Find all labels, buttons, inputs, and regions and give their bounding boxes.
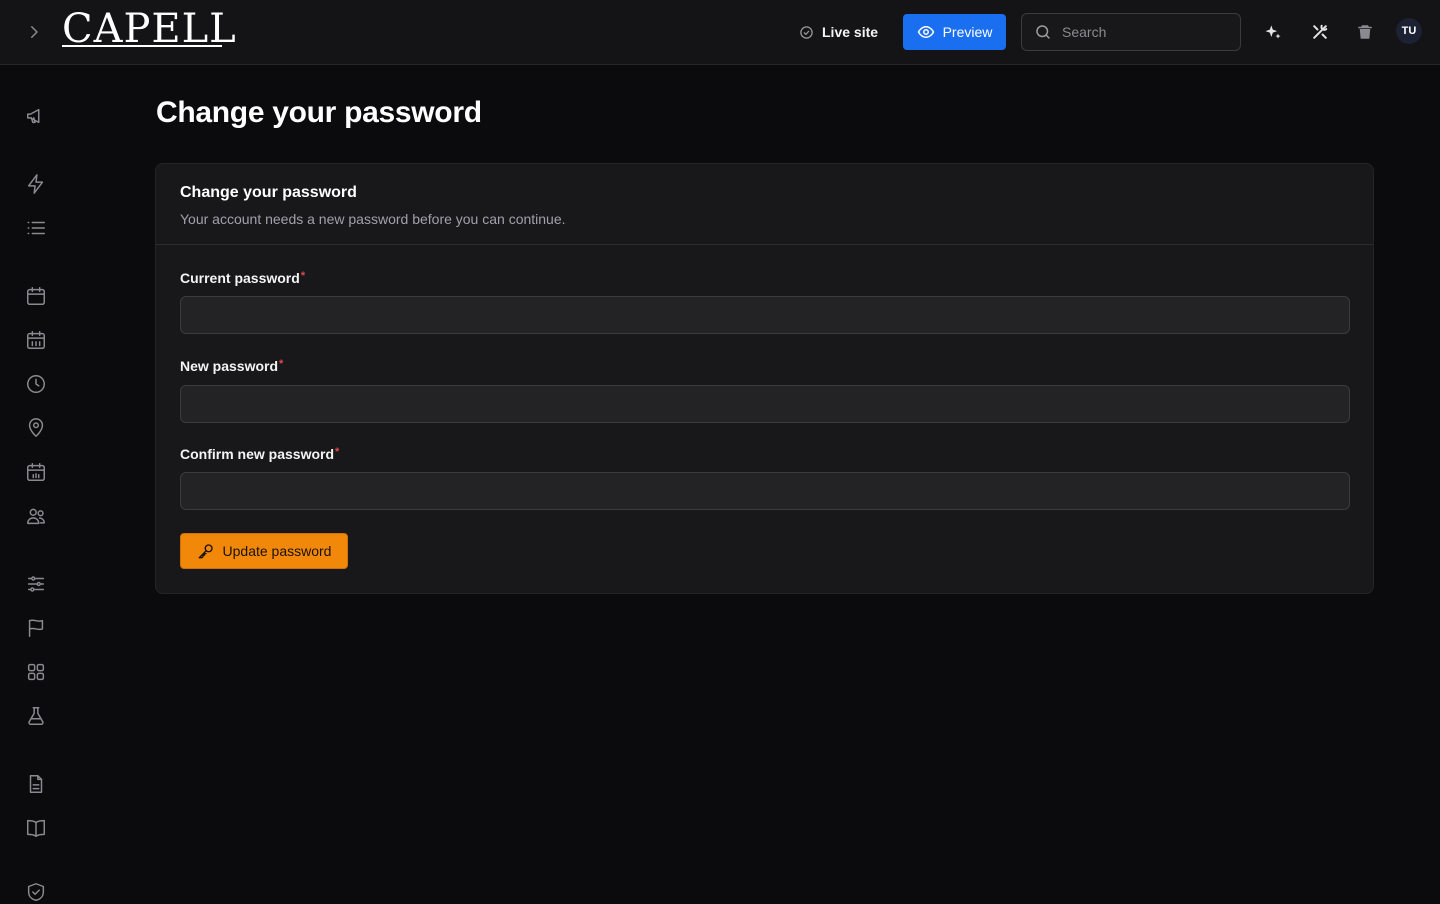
sidebar-item-list[interactable]: [24, 216, 48, 240]
sidebar-item-schedule[interactable]: [24, 328, 48, 352]
sidebar-item-apps[interactable]: [24, 660, 48, 684]
update-password-button[interactable]: Update password: [180, 533, 348, 569]
key-icon: [198, 544, 213, 559]
chevron-right-icon: [31, 26, 38, 38]
user-avatar[interactable]: TU: [1396, 18, 1422, 44]
document-icon: [29, 775, 43, 793]
calendar-grid-icon: [27, 331, 45, 349]
confirm-password-label-text: Confirm new password: [180, 446, 335, 462]
sidebar-item-users[interactable]: [24, 504, 48, 528]
sidebar-item-locations[interactable]: [24, 416, 48, 440]
book-icon: [27, 819, 45, 837]
search-box: [1021, 13, 1241, 51]
sidebar-item-documents[interactable]: [24, 772, 48, 796]
lightning-icon: [27, 174, 44, 194]
trash-button[interactable]: [1353, 20, 1377, 44]
eye-icon: [917, 26, 934, 38]
clock-icon: [27, 375, 45, 393]
users-icon: [27, 508, 45, 525]
sidebar-item-calendar[interactable]: [24, 284, 48, 308]
location-pin-icon: [28, 418, 44, 437]
current-password-input[interactable]: [180, 296, 1350, 334]
sidebar-item-history[interactable]: [24, 372, 48, 396]
megaphone-icon: [27, 108, 40, 124]
sidebar-item-reports[interactable]: [24, 616, 48, 640]
flag-icon: [28, 619, 44, 637]
current-password-label-text: Current password: [180, 270, 300, 286]
confirm-password-input[interactable]: [180, 472, 1350, 510]
new-password-label-text: New password: [180, 358, 279, 374]
search-input[interactable]: [1062, 24, 1222, 40]
calendar-events-icon: [27, 463, 45, 481]
flask-icon: [28, 707, 44, 725]
card-header: Change your password Your account needs …: [156, 164, 1373, 245]
change-password-card: Change your password Your account needs …: [155, 163, 1374, 594]
confirm-password-label: Confirm new password*: [180, 446, 339, 462]
sidebar-item-settings[interactable]: [24, 572, 48, 596]
sidebar-item-events[interactable]: [24, 460, 48, 484]
sparkle-icon: [1265, 25, 1281, 39]
new-password-label: New password*: [180, 358, 283, 374]
apps-grid-icon: [27, 663, 45, 681]
tools-icon: [1313, 24, 1328, 39]
trash-icon: [1358, 25, 1372, 39]
ai-sparkle-button[interactable]: [1261, 20, 1285, 44]
sidebar: [0, 65, 72, 901]
logo-underline: [62, 45, 222, 47]
expand-sidebar-button[interactable]: [22, 20, 46, 44]
live-site-link[interactable]: Live site: [799, 18, 878, 46]
sidebar-item-docs[interactable]: [24, 816, 48, 840]
page-title: Change your password: [156, 96, 482, 129]
calendar-icon: [27, 287, 45, 305]
top-bar: CAPELL Live site Preview TU: [0, 0, 1440, 65]
card-description: Your account needs a new password before…: [180, 211, 566, 227]
sidebar-item-labs[interactable]: [24, 704, 48, 728]
sidebar-item-security[interactable]: [24, 880, 48, 904]
tools-button[interactable]: [1308, 20, 1332, 44]
new-password-input[interactable]: [180, 385, 1350, 423]
search-icon: [1036, 25, 1050, 39]
card-title: Change your password: [180, 184, 357, 201]
live-site-label: Live site: [822, 24, 879, 40]
sliders-icon: [27, 576, 45, 592]
preview-label: Preview: [942, 24, 993, 40]
sidebar-item-announcements[interactable]: [24, 104, 48, 128]
current-password-label: Current password*: [180, 270, 305, 286]
required-mark: *: [300, 270, 306, 282]
preview-button[interactable]: Preview: [903, 14, 1006, 50]
required-mark: *: [279, 358, 284, 370]
update-password-label: Update password: [222, 543, 332, 559]
check-circle-icon: [800, 25, 813, 39]
list-icon: [27, 221, 45, 235]
sidebar-item-actions[interactable]: [24, 172, 48, 196]
required-mark: *: [335, 446, 340, 458]
